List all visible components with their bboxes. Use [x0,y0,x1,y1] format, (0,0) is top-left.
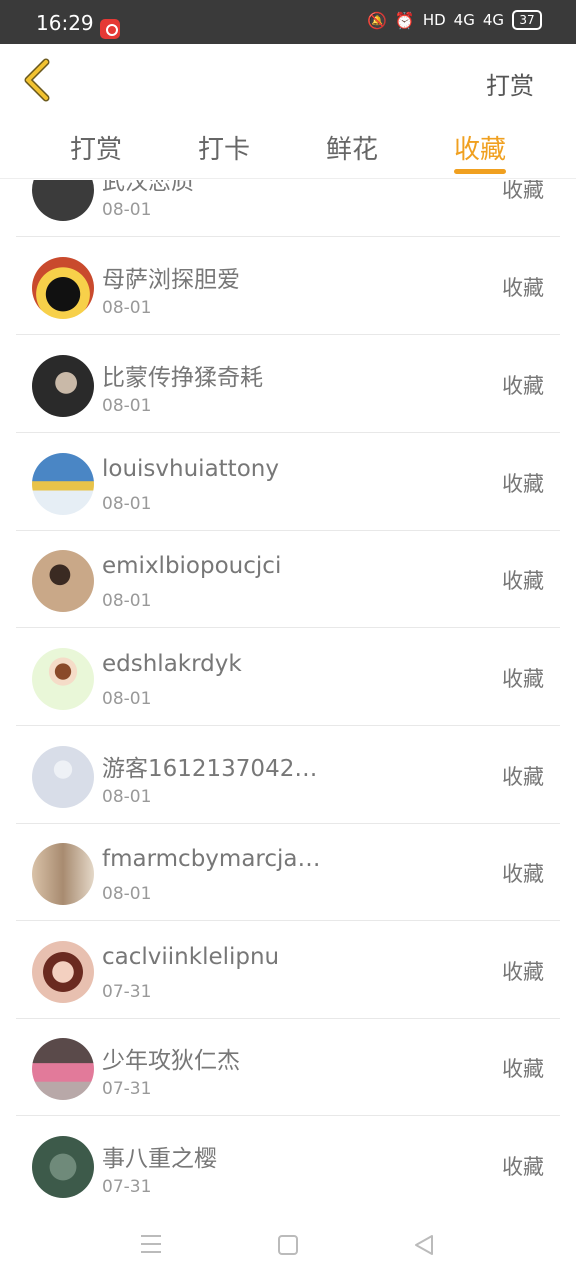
header: 打赏 [0,44,576,119]
status-time: 16:29 [36,11,94,35]
item-date: 08-01 [102,591,152,611]
avatar [32,1038,94,1100]
item-date: 08-01 [102,787,152,807]
back-triangle-icon[interactable] [414,1234,434,1256]
avatar [32,355,94,417]
item-date: 08-01 [102,884,152,904]
user-name: louisvhuiattony [102,456,279,482]
active-tab-indicator [454,169,506,174]
list-item[interactable]: 母萨浏探胆爱 08-01 收藏 [16,238,560,335]
item-date: 08-01 [102,298,152,318]
mute-vibrate-icon: 🔕 [366,10,387,30]
list-item[interactable]: 少年攻狄仁杰 07-31 收藏 [16,1019,560,1116]
user-name: 游客1612137042… [102,756,318,782]
item-type: 收藏 [502,374,544,398]
item-date: 08-01 [102,494,152,514]
item-date: 08-01 [102,689,152,709]
chevron-left-icon [24,58,50,102]
battery-level: 37 [519,13,535,27]
user-name: emixlbiopoucjci [102,553,282,579]
tab-favorites[interactable]: 收藏 [430,129,530,166]
item-type: 收藏 [502,960,544,984]
list-item[interactable]: 武汉恋质 08-01 收藏 [16,180,560,237]
avatar [32,843,94,905]
item-type: 收藏 [502,472,544,496]
item-type: 收藏 [502,765,544,789]
list-item[interactable]: 比蒙传挣猱奇耗 08-01 收藏 [16,336,560,433]
user-name: 武汉恋质 [102,180,194,195]
tab-checkin[interactable]: 打卡 [174,129,274,166]
item-date: 07-31 [102,1079,152,1099]
list-item[interactable]: louisvhuiattony 08-01 收藏 [16,434,560,531]
avatar [32,941,94,1003]
user-name: 母萨浏探胆爱 [102,267,240,293]
tab-reward[interactable]: 打赏 [46,129,146,166]
item-type: 收藏 [502,276,544,300]
reward-button[interactable]: 打赏 [486,66,534,101]
system-nav-bar [0,1210,576,1280]
home-icon[interactable] [278,1235,298,1255]
tab-bar: 打赏 打卡 鲜花 收藏 [0,119,576,179]
app-notification-icon [100,19,120,39]
signal-4g-1: 4G [453,11,475,29]
list-item[interactable]: 游客1612137042… 08-01 收藏 [16,727,560,824]
favorites-list: 武汉恋质 08-01 收藏 母萨浏探胆爱 08-01 收藏 比蒙传挣猱奇耗 08… [0,180,576,1210]
avatar [32,550,94,612]
item-date: 08-01 [102,200,152,220]
user-name: 少年攻狄仁杰 [102,1048,240,1074]
avatar [32,453,94,515]
item-type: 收藏 [502,667,544,691]
status-bar: 16:29 🔕 ⏰ HD 4G 4G 37 [0,0,576,44]
item-type: 收藏 [502,1057,544,1081]
user-name: edshlakrdyk [102,651,242,677]
item-type: 收藏 [502,569,544,593]
item-type: 收藏 [502,180,544,202]
item-type: 收藏 [502,862,544,886]
hd-indicator: HD [422,11,446,29]
avatar [32,746,94,808]
avatar [32,648,94,710]
list-item[interactable]: edshlakrdyk 08-01 收藏 [16,629,560,726]
item-date: 07-31 [102,982,152,1002]
list-item[interactable]: fmarmcbymarcja… 08-01 收藏 [16,824,560,921]
user-name: caclviinklelipnu [102,944,280,970]
item-date: 07-31 [102,1177,152,1197]
back-button[interactable] [20,58,56,102]
item-type: 收藏 [502,1155,544,1179]
alarm-icon: ⏰ [394,10,415,30]
battery-icon: 37 [512,10,542,30]
menu-icon[interactable] [141,1235,161,1253]
avatar [32,180,94,221]
avatar [32,1136,94,1198]
status-icons: 🔕 ⏰ HD 4G 4G 37 [367,10,542,30]
user-name: fmarmcbymarcja… [102,846,321,872]
avatar [32,257,94,319]
tab-flowers[interactable]: 鲜花 [302,129,402,166]
user-name: 比蒙传挣猱奇耗 [102,365,263,391]
list-item[interactable]: 事八重之樱 07-31 收藏 [16,1117,560,1210]
list-item[interactable]: emixlbiopoucjci 08-01 收藏 [16,531,560,628]
user-name: 事八重之樱 [102,1146,217,1172]
list-item[interactable]: caclviinklelipnu 07-31 收藏 [16,922,560,1019]
item-date: 08-01 [102,396,152,416]
signal-4g-2: 4G [482,11,504,29]
